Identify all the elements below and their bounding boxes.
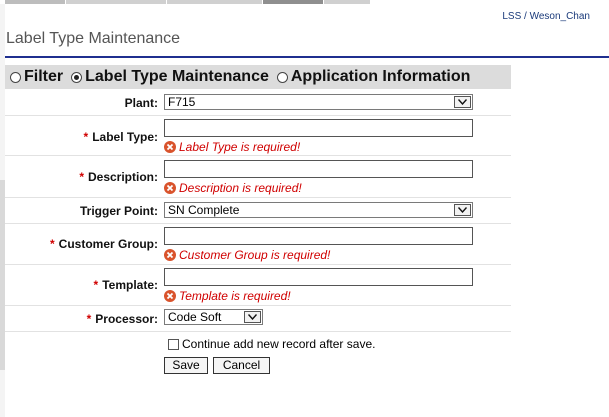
label-type-error: Label Type is required! xyxy=(164,140,473,154)
mode-filter-label: Filter xyxy=(24,68,64,85)
required-marker: * xyxy=(49,237,55,251)
top-tab-fragment[interactable] xyxy=(167,0,262,4)
template-input[interactable] xyxy=(164,268,473,286)
required-marker: * xyxy=(83,130,89,144)
mode-selector-bar: Filter Label Type Maintenance Applicatio… xyxy=(5,65,511,89)
plant-select-value: F715 xyxy=(168,95,196,109)
customer-group-row: * Customer Group: Customer Group is requi… xyxy=(5,224,511,265)
plant-select[interactable]: F715 xyxy=(164,94,473,110)
mode-filter-radio[interactable] xyxy=(10,71,21,83)
mode-application-information-label: Application Information xyxy=(290,68,471,85)
continue-add-checkbox[interactable] xyxy=(168,338,179,350)
error-x-icon xyxy=(164,290,176,302)
mode-label-type-maintenance[interactable]: Label Type Maintenance xyxy=(71,68,269,86)
error-x-icon xyxy=(164,182,176,194)
template-label: * Template: xyxy=(5,278,158,292)
user-label: LSS / Weson_Chan xyxy=(502,11,590,22)
template-row: * Template: Template is required! xyxy=(5,265,511,306)
top-tab-fragment[interactable] xyxy=(5,0,65,4)
processor-select[interactable]: Code Soft xyxy=(164,309,263,325)
plant-label: Plant: xyxy=(124,96,158,110)
customer-group-label-text: Customer Group: xyxy=(58,237,158,251)
processor-row: * Processor: Code Soft xyxy=(5,306,511,332)
mode-application-information[interactable]: Application Information xyxy=(276,68,471,86)
customer-group-label: * Customer Group: xyxy=(5,237,158,251)
continue-add-option[interactable]: Continue add new record after save. xyxy=(168,337,375,351)
description-input[interactable] xyxy=(164,160,473,178)
label-type-row: * Label Type: Label Type is required! xyxy=(5,116,511,156)
description-row: * Description: Description is required! xyxy=(5,156,511,198)
plant-row: Plant: F715 xyxy=(5,91,511,116)
mode-label-type-maintenance-label: Label Type Maintenance xyxy=(85,68,269,85)
description-label-text: Description: xyxy=(87,170,158,184)
required-marker: * xyxy=(86,312,92,326)
template-error-text: Template is required! xyxy=(179,289,291,303)
title-divider xyxy=(5,56,609,58)
error-x-icon xyxy=(164,249,176,261)
customer-group-error: Customer Group is required! xyxy=(164,248,473,262)
chevron-down-icon xyxy=(454,204,471,216)
trigger-point-row: Trigger Point: SN Complete xyxy=(5,198,511,224)
top-tab-strip xyxy=(0,0,609,4)
label-type-label: * Label Type: xyxy=(5,130,158,144)
top-tab-fragment[interactable] xyxy=(324,0,370,4)
template-error: Template is required! xyxy=(164,289,473,303)
required-marker: * xyxy=(79,170,84,184)
trigger-point-select[interactable]: SN Complete xyxy=(164,202,473,218)
customer-group-error-text: Customer Group is required! xyxy=(179,248,331,262)
continue-add-label: Continue add new record after save. xyxy=(182,337,376,351)
top-tab-fragment[interactable] xyxy=(66,0,166,4)
customer-group-input[interactable] xyxy=(164,227,473,245)
label-type-label-text: Label Type: xyxy=(92,130,158,144)
trigger-point-select-value: SN Complete xyxy=(168,203,240,217)
template-label-text: Template: xyxy=(102,278,158,292)
processor-label: * Processor: xyxy=(5,312,158,326)
save-button[interactable]: Save xyxy=(164,357,208,374)
chevron-down-icon xyxy=(454,96,471,108)
processor-label-text: Processor: xyxy=(95,312,158,326)
page-title: Label Type Maintenance xyxy=(6,30,181,47)
top-tab-fragment[interactable] xyxy=(263,0,323,4)
label-type-form: Plant: F715 * Label Type: Label Type is r… xyxy=(5,91,511,332)
processor-select-value: Code Soft xyxy=(168,310,222,324)
description-label: * Description: xyxy=(5,170,158,184)
mode-filter[interactable]: Filter xyxy=(10,68,63,86)
cancel-button[interactable]: Cancel xyxy=(213,357,270,374)
required-marker: * xyxy=(93,278,99,292)
label-type-error-text: Label Type is required! xyxy=(179,140,301,154)
chevron-down-icon xyxy=(244,311,261,323)
label-type-input[interactable] xyxy=(164,119,473,137)
mode-application-information-radio[interactable] xyxy=(276,71,288,83)
description-error: Description is required! xyxy=(164,181,473,195)
mode-label-type-maintenance-radio[interactable] xyxy=(71,71,83,83)
description-error-text: Description is required! xyxy=(179,181,302,195)
trigger-point-label: Trigger Point: xyxy=(80,204,158,218)
error-x-icon xyxy=(164,141,176,153)
